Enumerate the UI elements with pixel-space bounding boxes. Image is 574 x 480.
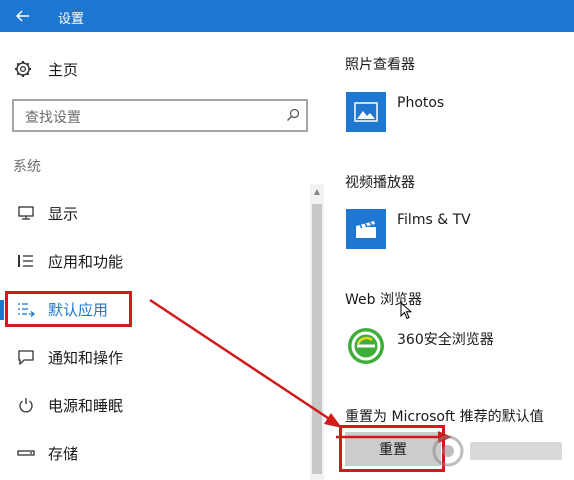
gear-icon [15,61,31,77]
sidebar-item-apps-features[interactable]: 应用和功能 [0,244,310,278]
section-label: 系统 [13,159,41,175]
storage-icon [17,450,35,456]
sidebar-item-display[interactable]: 显示 [0,196,310,230]
home-link[interactable]: 主页 [14,57,78,81]
sidebar-item-notifications[interactable]: 通知和操作 [0,340,310,374]
sidebar-scrollbar[interactable]: ▲ [310,184,324,480]
list-icon [18,255,33,267]
notification-icon [18,350,34,365]
sidebar-item-power[interactable]: 电源和睡眠 [0,388,310,422]
back-button[interactable] [0,0,46,32]
annotation-highlight-box [5,291,132,327]
monitor-icon [18,206,34,220]
active-indicator [0,300,4,320]
window-title: 设置 [58,12,85,27]
default-apps-panel: 照片查看器 Photos 视频播放器 Films & TV Web 浏览器 36… [324,32,574,480]
360-browser-app-name[interactable]: 360安全浏览器 [397,329,494,349]
photo-viewer-heading: 照片查看器 [345,57,415,73]
films-tv-app-button[interactable] [346,209,386,249]
back-arrow-icon [16,10,29,22]
mouse-cursor-icon [400,302,412,320]
search-icon [287,108,300,121]
sidebar-item-label: 显示 [48,205,79,223]
sidebar-item-storage[interactable]: 存储 [0,436,310,470]
photos-app-button[interactable] [346,92,386,132]
video-player-heading: 视频播放器 [345,175,415,191]
sidebar-item-label: 通知和操作 [48,349,124,367]
watermark-logo [432,435,562,467]
sidebar: 主页 查找设置 系统 显示 应用和功能 默认应用 通知和操作 电源和睡眠 存储 … [0,32,324,480]
sidebar-item-label: 存储 [48,445,79,463]
power-icon [19,398,33,413]
home-label: 主页 [48,60,79,79]
sidebar-item-label: 应用和功能 [48,253,124,271]
search-input[interactable]: 查找设置 [12,99,308,132]
films-tv-icon [356,221,376,238]
sidebar-item-label: 电源和睡眠 [48,397,124,415]
films-tv-app-name[interactable]: Films & TV [397,212,471,228]
360-browser-icon [348,328,384,364]
360-browser-app-button[interactable] [346,326,386,366]
reset-heading: 重置为 Microsoft 推荐的默认值 [345,409,544,425]
title-bar: 设置 [0,0,574,32]
photos-app-name[interactable]: Photos [397,95,444,111]
photos-icon [354,102,378,122]
search-placeholder: 查找设置 [25,110,81,126]
scroll-up-arrow-icon[interactable]: ▲ [310,184,324,198]
scroll-thumb[interactable] [312,204,322,474]
